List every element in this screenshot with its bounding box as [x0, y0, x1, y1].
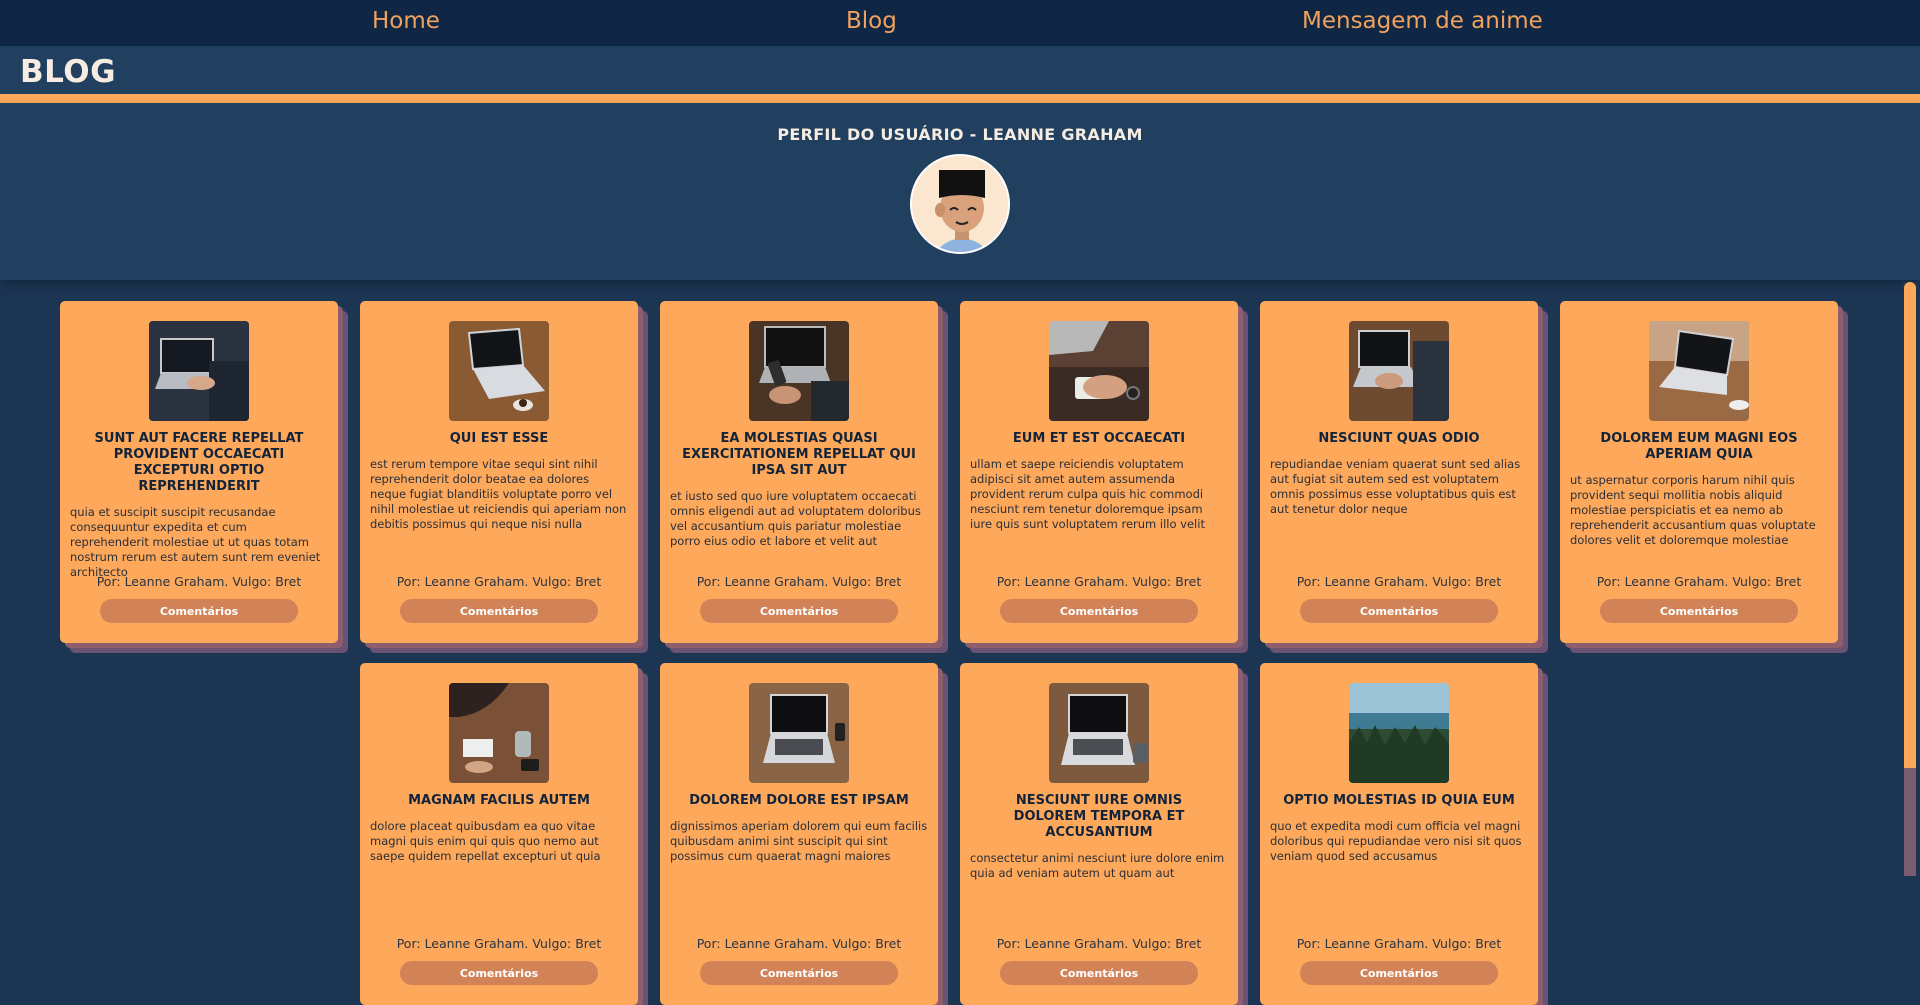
post-image — [749, 321, 849, 421]
blog-header: BLOG — [0, 46, 1920, 103]
post-card: DOLOREM DOLORE EST IPSAM dignissimos ape… — [660, 663, 938, 1005]
post-card: QUI EST ESSE est rerum tempore vitae seq… — [360, 301, 638, 643]
comments-button[interactable]: Comentários — [1300, 961, 1498, 985]
post-image — [1649, 321, 1749, 421]
page-title: BLOG — [20, 54, 117, 90]
post-body: repudiandae veniam quaerat sunt sed alia… — [1270, 457, 1521, 516]
post-title: SUNT AUT FACERE REPELLAT PROVIDENT OCCAE… — [94, 431, 304, 494]
post-image — [149, 321, 249, 421]
post-card: MAGNAM FACILIS AUTEM dolore placeat quib… — [360, 663, 638, 1005]
forest-lake-photo-icon — [1349, 683, 1449, 783]
laptop-wood-photo-icon — [1049, 683, 1149, 783]
post-image — [1049, 683, 1149, 783]
post-body: est rerum tempore vitae sequi sint nihil… — [370, 457, 627, 531]
post-body: ullam et saepe reiciendis voluptatem adi… — [970, 457, 1205, 531]
avatar — [910, 154, 1010, 254]
post-body: quia et suscipit suscipit recusandae con… — [70, 505, 321, 579]
post-body: quo et expedita modi cum officia vel mag… — [1270, 819, 1522, 863]
post-title: DOLOREM DOLORE EST IPSAM — [689, 793, 909, 808]
post-card: OPTIO MOLESTIAS ID QUIA EUM quo et exped… — [1260, 663, 1538, 1005]
post-title: NESCIUNT QUAS ODIO — [1318, 431, 1480, 446]
top-nav: Home Blog Mensagem de anime — [0, 0, 1920, 46]
post-byline: Por: Leanne Graham. Vulgo: Bret — [696, 574, 902, 589]
post-image — [749, 683, 849, 783]
page-scrollbar[interactable] — [1902, 282, 1918, 876]
post-byline: Por: Leanne Graham. Vulgo: Bret — [696, 936, 902, 951]
post-title: NESCIUNT IURE OMNIS DOLOREM TEMPORA ET A… — [1013, 793, 1185, 840]
comments-button[interactable]: Comentários — [700, 961, 898, 985]
post-image — [1049, 321, 1149, 421]
grid-spacer — [60, 663, 338, 1005]
nav-anime-link[interactable]: Mensagem de anime — [1302, 8, 1543, 34]
post-byline: Por: Leanne Graham. Vulgo: Bret — [1296, 936, 1502, 951]
post-title: QUI EST ESSE — [449, 431, 549, 446]
post-body: consectetur animi nesciunt iure dolore e… — [970, 851, 1225, 880]
post-image — [449, 683, 549, 783]
post-image — [1349, 683, 1449, 783]
hands-notebook-photo-icon — [1049, 321, 1149, 421]
comments-button[interactable]: Comentários — [700, 599, 898, 623]
comments-button[interactable]: Comentários — [1300, 599, 1498, 623]
post-title: OPTIO MOLESTIAS ID QUIA EUM — [1283, 793, 1515, 808]
user-profile: PERFIL DO USUÁRIO - LEANNE GRAHAM — [0, 103, 1920, 280]
post-body: et iusto sed quo iure voluptatem occaeca… — [670, 489, 921, 548]
post-byline: Por: Leanne Graham. Vulgo: Bret — [396, 936, 602, 951]
laptop-typing-photo-icon — [149, 321, 249, 421]
comments-button[interactable]: Comentários — [400, 961, 598, 985]
post-card: NESCIUNT QUAS ODIO repudiandae veniam qu… — [1260, 301, 1538, 643]
post-image — [1349, 321, 1449, 421]
comments-button[interactable]: Comentários — [400, 599, 598, 623]
comments-button[interactable]: Comentários — [1000, 599, 1198, 623]
post-card: EUM ET EST OCCAECATI ullam et saepe reic… — [960, 301, 1238, 643]
post-byline: Por: Leanne Graham. Vulgo: Bret — [96, 574, 302, 589]
laptop-wood-photo-icon — [749, 683, 849, 783]
comments-button[interactable]: Comentários — [1000, 961, 1198, 985]
nav-blog-link[interactable]: Blog — [846, 8, 897, 34]
post-card: SUNT AUT FACERE REPELLAT PROVIDENT OCCAE… — [60, 301, 338, 643]
profile-title: PERFIL DO USUÁRIO - LEANNE GRAHAM — [777, 125, 1143, 144]
scrollbar-track — [1904, 768, 1916, 876]
post-body: ut aspernatur corporis harum nihil quis … — [1570, 473, 1816, 547]
post-byline: Por: Leanne Graham. Vulgo: Bret — [996, 936, 1202, 951]
scrollbar-thumb[interactable] — [1904, 282, 1916, 768]
post-body: dignissimos aperiam dolorem qui eum faci… — [670, 819, 928, 863]
post-title: MAGNAM FACILIS AUTEM — [408, 793, 590, 808]
laptop-desk-photo-icon — [449, 321, 549, 421]
post-card: EA MOLESTIAS QUASI EXERCITATIONEM REPELL… — [660, 301, 938, 643]
post-byline: Por: Leanne Graham. Vulgo: Bret — [1296, 574, 1502, 589]
post-body: dolore placeat quibusdam ea quo vitae ma… — [370, 819, 601, 863]
cartoon-avatar-icon — [912, 156, 1008, 252]
post-card: DOLOREM EUM MAGNI EOS APERIAM QUIA ut as… — [1560, 301, 1838, 643]
post-image — [449, 321, 549, 421]
nav-home-link[interactable]: Home — [372, 8, 440, 34]
post-byline: Por: Leanne Graham. Vulgo: Bret — [396, 574, 602, 589]
comments-button[interactable]: Comentários — [1600, 599, 1798, 623]
post-title: DOLOREM EUM MAGNI EOS APERIAM QUIA — [1600, 431, 1798, 462]
comments-button[interactable]: Comentários — [100, 599, 298, 623]
post-card: NESCIUNT IURE OMNIS DOLOREM TEMPORA ET A… — [960, 663, 1238, 1005]
posts-grid: SUNT AUT FACERE REPELLAT PROVIDENT OCCAE… — [60, 301, 1860, 1005]
laptop-phone-photo-icon — [749, 321, 849, 421]
laptop-cafe-photo-icon — [1649, 321, 1749, 421]
laptop-typing-photo-icon — [1349, 321, 1449, 421]
post-title: EUM ET EST OCCAECATI — [1012, 431, 1186, 446]
post-byline: Por: Leanne Graham. Vulgo: Bret — [1596, 574, 1802, 589]
post-title: EA MOLESTIAS QUASI EXERCITATIONEM REPELL… — [682, 431, 916, 478]
post-byline: Por: Leanne Graham. Vulgo: Bret — [996, 574, 1202, 589]
meeting-table-photo-icon — [449, 683, 549, 783]
